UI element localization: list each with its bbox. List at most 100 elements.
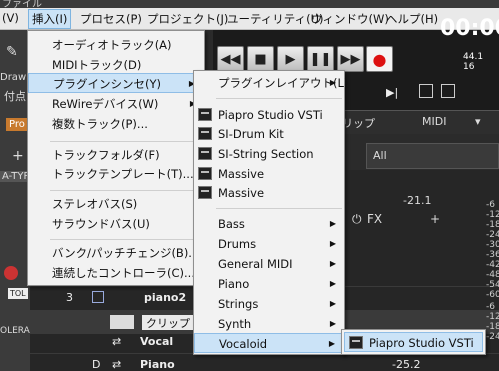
rewind-button[interactable]: ◀◀ <box>217 46 244 72</box>
title-bar: ファイル <box>0 0 499 10</box>
record-icon: ● <box>372 49 387 69</box>
submenu-arrow-icon: ▶ <box>329 78 336 87</box>
track-row[interactable]: D ⇄ Piano -25.2 <box>30 353 499 371</box>
routing-icon: ⇄ <box>112 358 122 371</box>
menu-item-label: プラグインシンセ(Y) <box>53 77 161 91</box>
menu-project[interactable]: プロジェクト(J) <box>147 11 228 27</box>
fx-add-icon[interactable]: + <box>430 212 440 226</box>
track-number: 3 <box>66 291 73 304</box>
menu-item-recent-synth[interactable]: Massive <box>194 164 344 184</box>
menu-item-category-synth[interactable]: Synth ▶ <box>194 314 344 334</box>
meter-tick: -48 <box>486 270 499 280</box>
menu-item-stereo-bus[interactable]: ステレオバス(S) <box>28 194 204 214</box>
clip-button[interactable]: クリップ <box>142 315 194 331</box>
midi-tab[interactable]: MIDI <box>422 115 446 128</box>
menu-item-category-bass[interactable]: Bass ▶ <box>194 214 344 234</box>
menu-help[interactable]: ヘルプ(H) <box>386 11 438 27</box>
menu-item-label: バンク/パッチチェンジ(B)... <box>52 246 200 260</box>
vocaloid-submenu: Piapro Studio VSTi <box>341 329 486 355</box>
clip-tab[interactable]: リップ <box>342 115 375 131</box>
menu-item-track-folder[interactable]: トラックフォルダ(F) <box>28 145 204 165</box>
meter-tick: -60 <box>486 290 499 300</box>
meter-tick: -36 <box>486 250 499 260</box>
plugin-icon <box>198 147 212 160</box>
add-icon[interactable]: + <box>12 148 24 164</box>
menu-item-label: Synth <box>218 317 252 331</box>
menu-item-recent-synth[interactable]: SI-Drum Kit <box>194 124 344 144</box>
fx-label[interactable]: FX <box>367 212 382 226</box>
menu-separator <box>50 190 202 191</box>
menu-separator <box>216 98 342 99</box>
forward-button[interactable]: ▶▶ <box>337 46 364 72</box>
menu-item-bank-patch[interactable]: バンク/パッチチェンジ(B)... <box>28 243 204 263</box>
menu-item-rewire[interactable]: ReWireデバイス(W)▶ <box>28 94 204 114</box>
menu-item-label: General MIDI <box>218 257 293 271</box>
plugin-synth-submenu: プラグインレイアウト(L) ▶ Piapro Studio VSTi SI-Dru… <box>193 70 348 355</box>
pause-button[interactable]: ❚❚ <box>307 46 334 72</box>
pro-tab[interactable]: Pro <box>6 118 28 131</box>
record-knob[interactable] <box>4 266 18 280</box>
menu-item-recent-synth[interactable]: Massive <box>194 183 344 203</box>
menu-item-piapro-studio[interactable]: Piapro Studio VSTi <box>344 332 483 352</box>
menu-item-label: 連続したコントローラ(C)... <box>52 266 195 280</box>
menu-item-label: SI-String Section <box>218 147 314 161</box>
menu-process[interactable]: プロセス(P) <box>80 11 142 27</box>
track-name[interactable]: Piano <box>140 358 175 371</box>
menu-insert[interactable]: 挿入(I) <box>28 9 72 29</box>
chevron-down-icon[interactable]: ▾ <box>475 115 481 128</box>
menu-item-label: Piano <box>218 277 250 291</box>
menu-item-recent-synth[interactable]: SI-String Section <box>194 144 344 164</box>
menu-item-continuous-controller[interactable]: 連続したコントローラ(C)... <box>28 263 204 283</box>
menu-item-midi-track[interactable]: MIDIトラック(D) <box>28 55 204 75</box>
menu-item-surround-bus[interactable]: サラウンドバス(U) <box>28 214 204 234</box>
track-name[interactable]: piano2 <box>144 291 186 304</box>
menu-view[interactable]: (V) <box>2 11 19 25</box>
menu-item-plugin-synth[interactable]: プラグインシンセ(Y) ▶ <box>28 73 204 93</box>
meter-tick: -24 <box>486 332 499 342</box>
menu-item-audio-track[interactable]: オーディオトラック(A) <box>28 35 204 55</box>
menu-item-track-template[interactable]: トラックテンプレート(T)... <box>28 164 204 184</box>
menu-item-label: Vocaloid <box>219 337 268 351</box>
track-volume-db: -25.2 <box>392 358 421 371</box>
forward-icon: ▶▶ <box>340 51 361 67</box>
menu-item-label: 複数トラック(P)... <box>52 117 148 131</box>
meter-tick: -18 <box>486 322 499 332</box>
menu-item-category-general-midi[interactable]: General MIDI ▶ <box>194 254 344 274</box>
stop-button[interactable]: ■ <box>247 46 274 72</box>
menu-window[interactable]: ウィンドウ(W) <box>311 11 389 27</box>
play-button[interactable]: ▶ <box>277 46 304 72</box>
menu-utility[interactable]: ユーティリティ(U) <box>227 11 324 27</box>
power-icon[interactable]: ⏻ <box>352 212 362 227</box>
plugin-icon <box>198 108 212 121</box>
pen-icon[interactable]: ✎ <box>6 44 18 60</box>
meter-tick: -6 <box>486 200 495 210</box>
routing-icon: ⇄ <box>112 335 122 348</box>
end-icon[interactable]: ▶| <box>386 86 398 99</box>
menu-item-label: Massive <box>218 167 265 181</box>
menu-item-recent-synth[interactable]: Piapro Studio VSTi <box>194 105 344 125</box>
menu-item-label: ReWireデバイス(W) <box>52 97 159 111</box>
metronome-icon[interactable] <box>441 84 455 98</box>
menu-item-category-piano[interactable]: Piano ▶ <box>194 274 344 294</box>
menu-item-category-drums[interactable]: Drums ▶ <box>194 234 344 254</box>
menu-item-category-vocaloid[interactable]: Vocaloid ▶ <box>194 333 344 353</box>
meter-tick: -54 <box>486 280 499 290</box>
loop-icon[interactable] <box>419 84 433 98</box>
left-tool-panel: ✎ Draw 付点 Pro + A-TYPE TOL OLERANCE <box>0 30 49 371</box>
menu-item-plugin-layout[interactable]: プラグインレイアウト(L) ▶ <box>194 73 348 93</box>
track-name[interactable]: Vocal <box>140 335 173 348</box>
menu-item-label: Drums <box>218 237 257 251</box>
plugin-icon <box>198 167 212 180</box>
tol-button[interactable]: TOL <box>8 288 28 299</box>
submenu-arrow-icon: ▶ <box>329 259 336 268</box>
meter-tick: -12 <box>486 210 499 220</box>
pause-icon: ❚❚ <box>309 51 332 67</box>
filter-dropdown[interactable]: All <box>366 143 499 169</box>
menu-item-multiple-tracks[interactable]: 複数トラック(P)... <box>28 114 204 134</box>
menu-item-category-strings[interactable]: Strings ▶ <box>194 294 344 314</box>
play-icon: ▶ <box>285 51 296 67</box>
time-display: 00:00 <box>440 16 499 41</box>
submenu-arrow-icon: ▶ <box>329 279 336 288</box>
menu-item-label: Massive <box>218 186 265 200</box>
record-button[interactable]: ● <box>366 46 393 72</box>
